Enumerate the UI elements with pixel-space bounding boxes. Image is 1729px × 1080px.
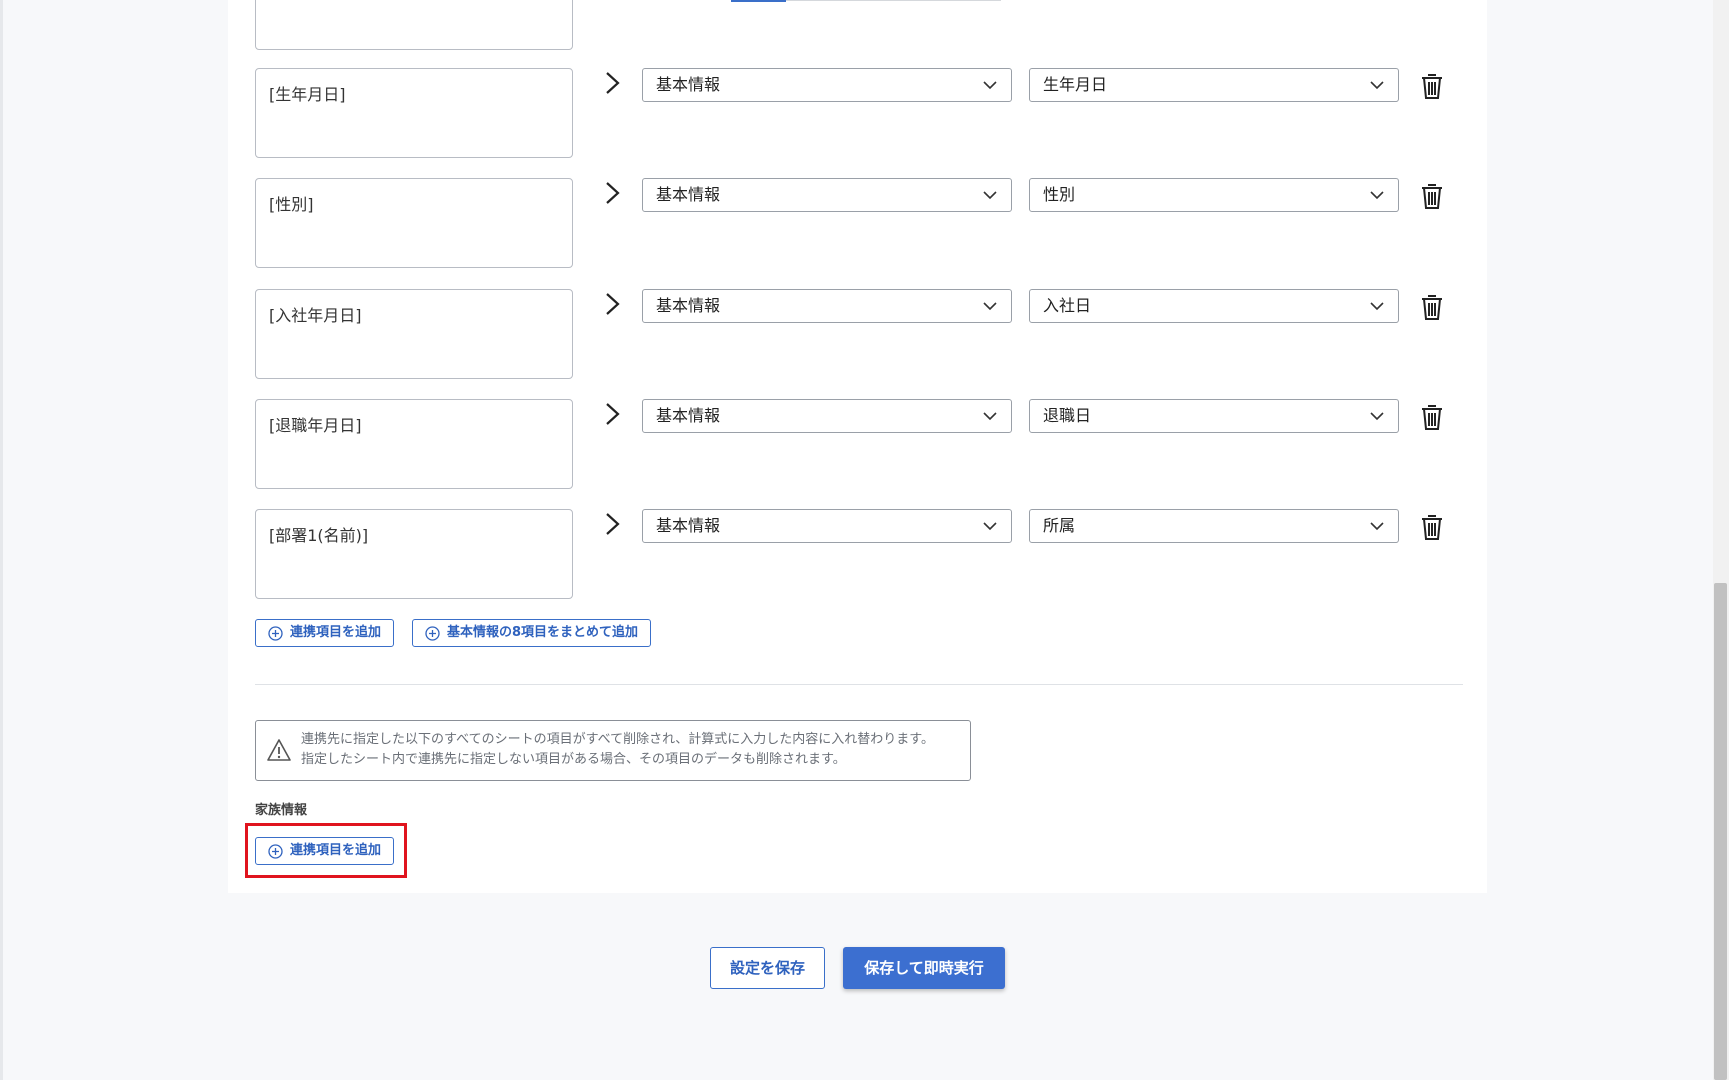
field-select-value: 所属: [1043, 516, 1076, 535]
chevron-down-icon: [983, 302, 997, 311]
mapping-row: [部署1(名前)] 基本情報 所属: [228, 509, 1487, 603]
field-select[interactable]: 退職日: [1029, 399, 1399, 433]
chevron-down-icon: [983, 81, 997, 90]
chevron-right-icon: [606, 513, 620, 535]
chevron-right-icon: [606, 182, 620, 204]
category-select[interactable]: 基本情報: [642, 289, 1012, 323]
warning-notice: 連携先に指定した以下のすべてのシートの項目がすべて削除され、計算式に入力した内容…: [255, 720, 971, 781]
warning-icon: [267, 739, 291, 761]
save-settings-button[interactable]: 設定を保存: [710, 947, 825, 989]
add-basic-bulk-button[interactable]: 基本情報の8項目をまとめて追加: [412, 619, 652, 647]
plus-circle-icon: [425, 626, 440, 641]
category-select[interactable]: 基本情報: [642, 509, 1012, 543]
highlight-box: [245, 823, 407, 878]
chevron-right-icon: [606, 403, 620, 425]
field-select[interactable]: 所属: [1029, 509, 1399, 543]
category-select[interactable]: 基本情報: [642, 399, 1012, 433]
chevron-down-icon: [1370, 191, 1384, 200]
mapping-row: [退職年月日] 基本情報 退職日: [228, 399, 1487, 493]
add-basic-bulk-label: 基本情報の8項目をまとめて追加: [447, 625, 639, 640]
trash-icon[interactable]: [1419, 72, 1445, 100]
section-divider: [255, 684, 1463, 685]
chevron-down-icon: [1370, 81, 1384, 90]
chevron-down-icon: [1370, 302, 1384, 311]
trash-icon[interactable]: [1419, 293, 1445, 321]
plus-circle-icon: [268, 626, 283, 641]
save-and-run-button[interactable]: 保存して即時実行: [843, 947, 1005, 989]
formula-input[interactable]: [255, 0, 573, 50]
mapping-row: [228, 0, 1487, 54]
formula-input[interactable]: [入社年月日]: [255, 289, 573, 379]
field-select[interactable]: 性別: [1029, 178, 1399, 212]
formula-input[interactable]: [生年月日]: [255, 68, 573, 158]
category-select-value: 基本情報: [656, 75, 721, 94]
chevron-down-icon: [1370, 412, 1384, 421]
formula-input[interactable]: [部署1(名前)]: [255, 509, 573, 599]
mapping-row: [生年月日] 基本情報 生年月日: [228, 68, 1487, 162]
trash-icon[interactable]: [1419, 403, 1445, 431]
add-link-item-label: 連携項目を追加: [290, 625, 382, 640]
chevron-down-icon: [983, 412, 997, 421]
category-select[interactable]: 基本情報: [642, 178, 1012, 212]
category-select-value: 基本情報: [656, 296, 721, 315]
field-select-value: 入社日: [1043, 296, 1092, 315]
trash-icon[interactable]: [1419, 182, 1445, 210]
mapping-row: [性別] 基本情報 性別: [228, 178, 1487, 272]
field-select-value: 性別: [1043, 185, 1076, 204]
scrollbar-thumb[interactable]: [1714, 583, 1727, 1080]
notice-line-2: 指定したシート内で連携先に指定しない項目がある場合、その項目のデータも削除されま…: [301, 752, 846, 767]
field-select-value: 生年月日: [1043, 75, 1108, 94]
page-edge: [0, 0, 3, 1080]
add-link-item-button[interactable]: 連携項目を追加: [255, 619, 395, 647]
formula-input[interactable]: [退職年月日]: [255, 399, 573, 489]
category-select[interactable]: 基本情報: [642, 68, 1012, 102]
category-select-value: 基本情報: [656, 406, 721, 425]
field-select-value: 退職日: [1043, 406, 1092, 425]
formula-input[interactable]: [性別]: [255, 178, 573, 268]
field-select[interactable]: 生年月日: [1029, 68, 1399, 102]
notice-line-1: 連携先に指定した以下のすべてのシートの項目がすべて削除され、計算式に入力した内容…: [301, 732, 934, 747]
chevron-down-icon: [983, 191, 997, 200]
category-select-value: 基本情報: [656, 185, 721, 204]
trash-icon[interactable]: [1419, 513, 1445, 541]
mapping-row: [入社年月日] 基本情報 入社日: [228, 289, 1487, 383]
family-section-title: 家族情報: [255, 803, 308, 818]
chevron-right-icon: [606, 72, 620, 94]
field-select[interactable]: 入社日: [1029, 289, 1399, 323]
mapping-card: [生年月日] 基本情報 生年月日 [性別] 基本情報 性別 [入社年月日] 基本…: [228, 0, 1487, 893]
chevron-down-icon: [1370, 522, 1384, 531]
category-select-value: 基本情報: [656, 516, 721, 535]
chevron-right-icon: [606, 293, 620, 315]
chevron-down-icon: [983, 522, 997, 531]
